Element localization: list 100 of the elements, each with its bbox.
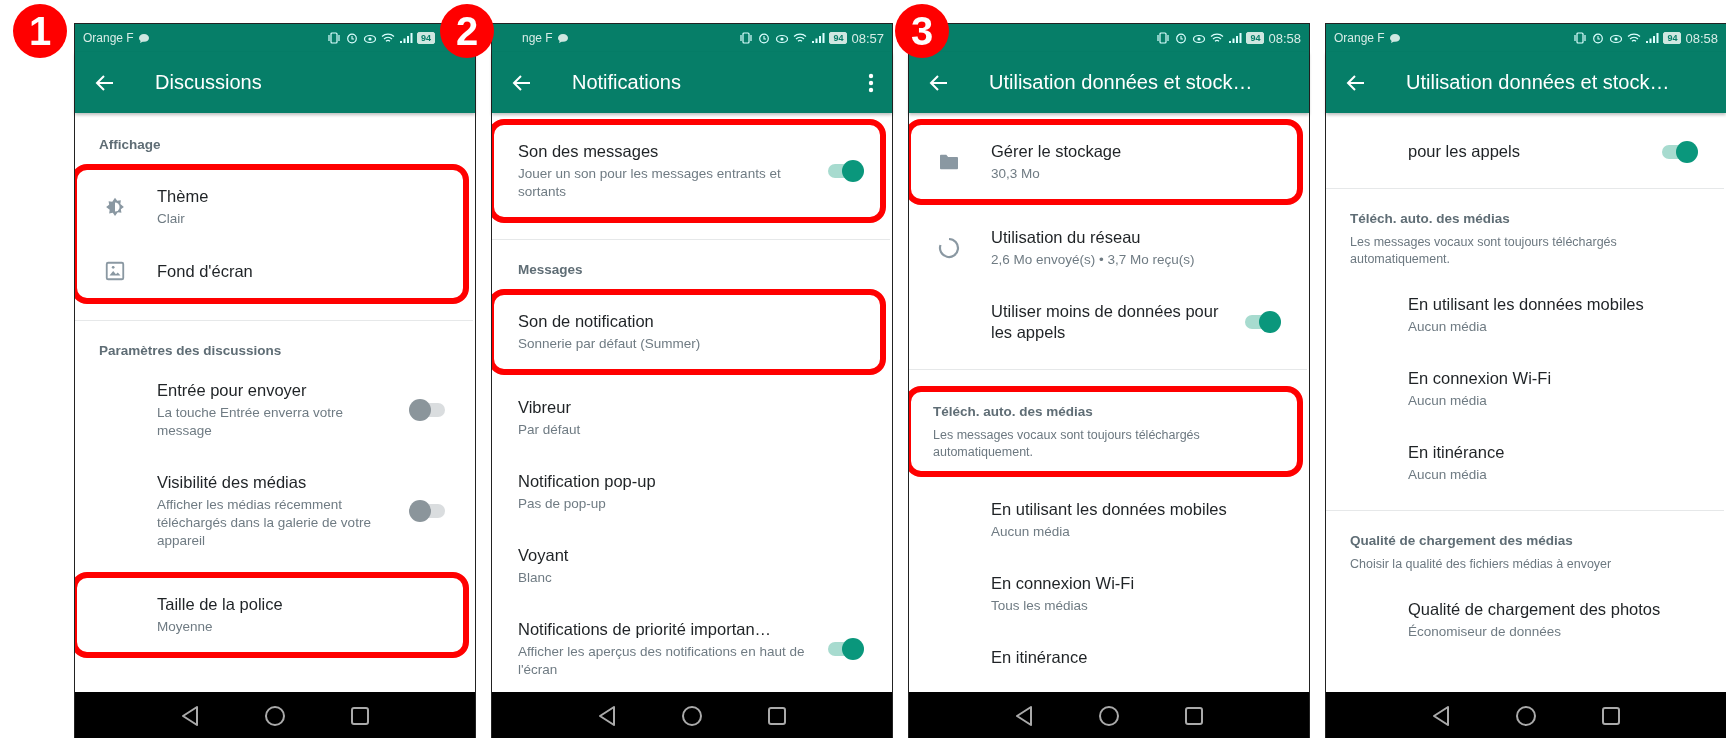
back-button[interactable]: [95, 72, 115, 93]
back-triangle-icon[interactable]: [1431, 704, 1451, 727]
setting-title[interactable]: Voyant: [518, 545, 870, 566]
vibrate-icon: [327, 32, 341, 44]
setting-value: Jouer un son pour les messages entrants et sortants: [518, 165, 782, 201]
carrier-name: Orange F: [1334, 31, 1385, 45]
setting-value: Sonnerie par défaut (Summer): [518, 335, 702, 353]
section-header: Paramètres des discussions: [98, 342, 283, 360]
alarm-icon: [1591, 32, 1606, 44]
setting-value: Tous les médias: [991, 597, 1089, 615]
setting-title[interactable]: Gérer le stockage: [991, 141, 1287, 162]
setting-value: Aucun média: [1408, 318, 1488, 336]
setting-value: 30,3 Mo: [991, 165, 1041, 183]
screen-title: Utilisation données et stock…: [989, 71, 1254, 94]
setting-title[interactable]: Son de notification: [518, 311, 870, 332]
signal-icon: [811, 32, 826, 44]
alarm-icon: [345, 32, 359, 44]
screen-title: Utilisation données et stock…: [1406, 71, 1671, 94]
recent-apps-square-icon[interactable]: [1601, 705, 1621, 726]
setting-value: Moyenne: [157, 618, 214, 636]
folder-icon: [938, 153, 960, 171]
step-number-badge: 1: [13, 4, 67, 58]
setting-title[interactable]: Taille de la police: [157, 594, 453, 615]
section-header: Affichage: [98, 136, 162, 154]
eye-icon: [363, 32, 377, 44]
setting-title[interactable]: Notifications de priorité importan…: [518, 619, 816, 640]
section-header: Téléch. auto. des médias: [932, 403, 1094, 421]
brightness-icon: [104, 196, 126, 218]
clock-time: 08:58: [1685, 30, 1718, 46]
setting-value: Pas de pop-up: [518, 495, 607, 513]
carrier-name: nge F: [522, 31, 553, 45]
clock-time: 08:58: [1268, 30, 1301, 46]
home-circle-icon[interactable]: [1515, 704, 1537, 727]
setting-value: La touche Entrée enverra votre message: [157, 404, 345, 440]
setting-title[interactable]: Utilisation du réseau: [991, 227, 1287, 248]
section-note: Choisir la qualité des fichiers médias à envoyer: [1349, 556, 1613, 573]
home-circle-icon[interactable]: [681, 704, 703, 727]
home-circle-icon[interactable]: [1098, 704, 1120, 727]
setting-title[interactable]: En utilisant les données mobiles: [991, 499, 1287, 520]
back-button[interactable]: [929, 72, 949, 93]
step-number-badge: 2: [440, 4, 494, 58]
recent-apps-square-icon[interactable]: [1184, 705, 1204, 726]
setting-title[interactable]: En utilisant les données mobiles: [1408, 294, 1704, 315]
setting-value: Économiseur de données: [1408, 623, 1563, 641]
signal-icon: [1645, 32, 1660, 44]
setting-value: Clair: [157, 210, 186, 228]
section-header: Téléch. auto. des médias: [1349, 210, 1511, 228]
wifi-icon: [1210, 32, 1225, 44]
battery-indicator: 94: [829, 32, 848, 44]
image-frame-icon: [104, 260, 126, 282]
setting-title[interactable]: Notification pop-up: [518, 471, 870, 492]
recent-apps-square-icon[interactable]: [350, 705, 370, 726]
back-button[interactable]: [1346, 72, 1366, 93]
back-button[interactable]: [512, 72, 532, 93]
vibrate-icon: [1573, 32, 1588, 44]
setting-title[interactable]: Utiliser moins de données pour les appels: [991, 301, 1233, 343]
setting-title[interactable]: En connexion Wi-Fi: [1408, 368, 1704, 389]
chat-bubble-icon: [1388, 32, 1401, 44]
setting-title[interactable]: En connexion Wi-Fi: [991, 573, 1287, 594]
setting-value: Aucun média: [991, 523, 1071, 541]
more-options-button[interactable]: [868, 72, 874, 93]
eye-icon: [775, 32, 790, 44]
back-triangle-icon[interactable]: [180, 704, 200, 727]
setting-title[interactable]: En itinérance: [991, 647, 1287, 668]
setting-title[interactable]: Qualité de chargement des photos: [1408, 599, 1704, 620]
alarm-icon: [1174, 32, 1189, 44]
home-circle-icon[interactable]: [264, 704, 286, 727]
section-note: Les messages vocaux sont toujours téléchargés automatiquement.: [932, 427, 1201, 461]
recent-apps-square-icon[interactable]: [767, 705, 787, 726]
carrier-name: Orange F: [83, 31, 134, 45]
wifi-icon: [793, 32, 808, 44]
setting-value: Blanc: [518, 569, 553, 587]
setting-title[interactable]: Fond d'écran: [157, 260, 453, 282]
setting-value: Afficher les aperçus des notifications en haut de l'écran: [518, 643, 806, 679]
vibrate-icon: [739, 32, 754, 44]
setting-title[interactable]: Entrée pour envoyer: [157, 380, 399, 401]
setting-title[interactable]: Son des messages: [518, 141, 816, 162]
back-triangle-icon[interactable]: [1014, 704, 1034, 727]
chat-bubble-icon: [556, 32, 569, 44]
clock-time: 08:57: [851, 30, 884, 46]
chat-bubble-icon: [137, 32, 150, 44]
setting-title[interactable]: Vibreur: [518, 397, 870, 418]
setting-value: Par défaut: [518, 421, 582, 439]
eye-icon: [1192, 32, 1207, 44]
setting-title[interactable]: En itinérance: [1408, 442, 1704, 463]
battery-indicator: 94: [1663, 32, 1682, 44]
setting-title[interactable]: Thème: [157, 186, 453, 207]
eye-icon: [1609, 32, 1624, 44]
setting-title[interactable]: pour les appels: [1408, 141, 1650, 162]
battery-indicator: 94: [417, 32, 435, 44]
signal-icon: [1228, 32, 1243, 44]
section-header: Qualité de chargement des médias: [1349, 532, 1574, 550]
signal-icon: [399, 32, 413, 44]
alarm-icon: [757, 32, 772, 44]
setting-value: Afficher les médias récemment téléchargés dans la galerie de votre appareil: [157, 496, 372, 550]
circular-progress-icon: [937, 236, 961, 260]
section-header: Messages: [517, 261, 584, 279]
back-triangle-icon[interactable]: [597, 704, 617, 727]
setting-value: Aucun média: [1408, 392, 1488, 410]
setting-title[interactable]: Visibilité des médias: [157, 472, 399, 493]
